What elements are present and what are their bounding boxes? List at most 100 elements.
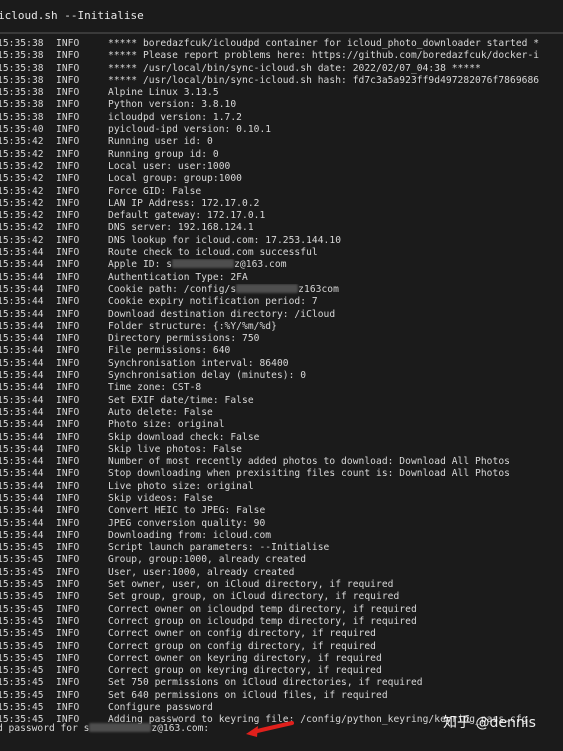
log-level: INFO	[56, 615, 80, 627]
log-level: INFO	[56, 234, 80, 246]
password-prompt[interactable]: d password for s z@163.com:	[0, 722, 209, 736]
log-line: 15:35:44 INFO Download destination directo…	[0, 309, 563, 321]
redacted-blur	[172, 259, 235, 269]
log-line: 15:35:42 INFO Default gateway: 172.17.0.1	[0, 210, 563, 222]
log-level: INFO	[56, 283, 80, 295]
log-timestamp: 15:35:42	[0, 160, 44, 172]
log-message-text: Correct owner on icloudpd temp directory…	[108, 603, 417, 615]
log-timestamp: 15:35:42	[0, 173, 44, 185]
log-message-text-end: z163com	[298, 283, 339, 295]
log-message: Live photo size: original	[108, 481, 254, 493]
log-message-text: Folder structure: {:%Y/%m/%d}	[108, 320, 277, 332]
log-timestamp: 15:35:45	[0, 640, 44, 652]
log-message-text: Number of most recently added photos to …	[108, 456, 510, 468]
log-level: INFO	[56, 357, 80, 369]
log-line: 15:35:44 INFO Number of most recently adde…	[0, 456, 563, 468]
log-line: 15:35:42 INFO LAN IP Address: 172.17.0.2	[0, 198, 563, 210]
log-line: 15:35:42 INFO DNS server: 192.168.124.1	[0, 222, 563, 234]
log-timestamp: 15:35:40	[0, 124, 44, 136]
terminal-window[interactable]: icloud.sh --Initialise 15:35:38 INFO *****…	[0, 0, 563, 751]
log-message-text: Set EXIF date/time: False	[108, 394, 254, 406]
log-message-text: Correct owner on keyring directory, if r…	[108, 652, 382, 664]
log-timestamp: 15:35:44	[0, 492, 44, 504]
log-message: icloudpd version: 1.7.2	[108, 112, 242, 124]
log-message-text: Photo size: original	[108, 419, 225, 431]
log-level: INFO	[56, 689, 80, 701]
log-message-text: Live photo size: original	[108, 480, 254, 492]
log-message: Set group, group, on iCloud directory, i…	[108, 591, 399, 603]
log-line: 15:35:44 INFO Downloading from: icloud.com	[0, 530, 563, 542]
log-line: 15:35:45 INFO Set group, group, on iCloud …	[0, 591, 563, 603]
log-timestamp: 15:35:45	[0, 591, 44, 603]
log-timestamp: 15:35:44	[0, 333, 44, 345]
log-timestamp: 15:35:44	[0, 357, 44, 369]
log-line: 15:35:44 INFO Time zone: CST-8	[0, 382, 563, 394]
log-message: Set owner, user, on iCloud directory, if…	[108, 579, 393, 591]
log-level: INFO	[56, 665, 80, 677]
log-message: Set 750 permissions on iCloud directorie…	[108, 677, 423, 689]
log-message: ***** Please report problems here: https…	[108, 50, 539, 62]
log-message-text: Route check to icloud.com successful	[108, 247, 318, 259]
log-level: INFO	[56, 160, 80, 172]
log-timestamp: 15:35:45	[0, 628, 44, 640]
log-message: Correct group on icloudpd temp directory…	[108, 616, 417, 628]
title-separator	[0, 32, 563, 34]
log-line: 15:35:44 INFO Skip live photos: False	[0, 444, 563, 456]
log-message-text: ***** Please report problems here: https…	[108, 50, 540, 62]
log-line: 15:35:38 INFO ***** boredazfcuk/icloudpd c…	[0, 38, 563, 50]
log-message: Correct owner on config directory, if re…	[108, 628, 376, 640]
log-message-text: Convert HEIC to JPEG: False	[108, 505, 266, 517]
log-message-text: Default gateway: 172.17.0.1	[108, 210, 266, 222]
log-message: Local group: group:1000	[108, 173, 242, 185]
log-timestamp: 15:35:44	[0, 394, 44, 406]
log-message: Force GID: False	[108, 186, 201, 198]
log-line: 15:35:44 INFO Folder structure: {:%Y/%m/%d…	[0, 321, 563, 333]
log-message-text: Set owner, user, on iCloud directory, if…	[108, 579, 394, 591]
log-line: 15:35:44 INFO Directory permissions: 750	[0, 333, 563, 345]
log-message-text: Download destination directory: /iCloud	[108, 308, 336, 320]
log-message: Directory permissions: 750	[108, 333, 259, 345]
log-message-text: Correct group on keyring directory, if r…	[108, 665, 382, 677]
log-message: Synchronisation interval: 86400	[108, 358, 289, 370]
log-message: Set EXIF date/time: False	[108, 395, 254, 407]
log-message: Downloading from: icloud.com	[108, 530, 271, 542]
log-level: INFO	[56, 38, 80, 49]
log-message: Auto delete: False	[108, 407, 213, 419]
log-message-text: Auto delete: False	[108, 406, 213, 418]
log-message: ***** /usr/local/bin/sync-icloud.sh hash…	[108, 75, 539, 87]
log-message-text: JPEG conversion quality: 90	[108, 517, 266, 529]
log-timestamp: 15:35:44	[0, 308, 44, 320]
log-message-text-end: z@163.com	[234, 259, 287, 271]
log-message-text: Correct group on icloudpd temp directory…	[108, 615, 417, 627]
log-message: Default gateway: 172.17.0.1	[108, 210, 265, 222]
log-timestamp: 15:35:38	[0, 74, 44, 86]
log-timestamp: 15:35:44	[0, 271, 44, 283]
redacted-blur	[236, 283, 299, 293]
log-message: JPEG conversion quality: 90	[108, 518, 265, 530]
log-level: INFO	[56, 271, 80, 283]
log-line: 15:35:38 INFO icloudpd version: 1.7.2	[0, 112, 563, 124]
log-timestamp: 15:35:38	[0, 50, 44, 62]
log-level: INFO	[56, 99, 80, 111]
log-timestamp: 15:35:42	[0, 222, 44, 234]
log-message-text: User, user:1000, already created	[108, 566, 295, 578]
log-message: Correct owner on keyring directory, if r…	[108, 653, 382, 665]
log-message-text: Set group, group, on iCloud directory, i…	[108, 591, 400, 603]
log-message: Stop downloading when prexisiting files …	[108, 468, 510, 480]
log-message-text: File permissions: 640	[108, 345, 231, 357]
log-line: 15:35:45 INFO Correct owner on keyring dir…	[0, 653, 563, 665]
log-message: Correct group on config directory, if re…	[108, 641, 376, 653]
log-line: 15:35:42 INFO Local group: group:1000	[0, 173, 563, 185]
log-message: Folder structure: {:%Y/%m/%d}	[108, 321, 277, 333]
log-message-text: Running group id: 0	[108, 148, 219, 160]
log-timestamp: 15:35:45	[0, 702, 44, 714]
log-message: Correct owner on icloudpd temp directory…	[108, 604, 417, 616]
log-line: 15:35:45 INFO Correct group on config dire…	[0, 641, 563, 653]
log-timestamp: 15:35:45	[0, 554, 44, 566]
log-timestamp: 15:35:44	[0, 431, 44, 443]
log-line: 15:35:44 INFO Skip download check: False	[0, 432, 563, 444]
log-level: INFO	[56, 443, 80, 455]
log-message-text: Running user id: 0	[108, 136, 213, 148]
log-level: INFO	[56, 517, 80, 529]
log-timestamp: 15:35:44	[0, 406, 44, 418]
